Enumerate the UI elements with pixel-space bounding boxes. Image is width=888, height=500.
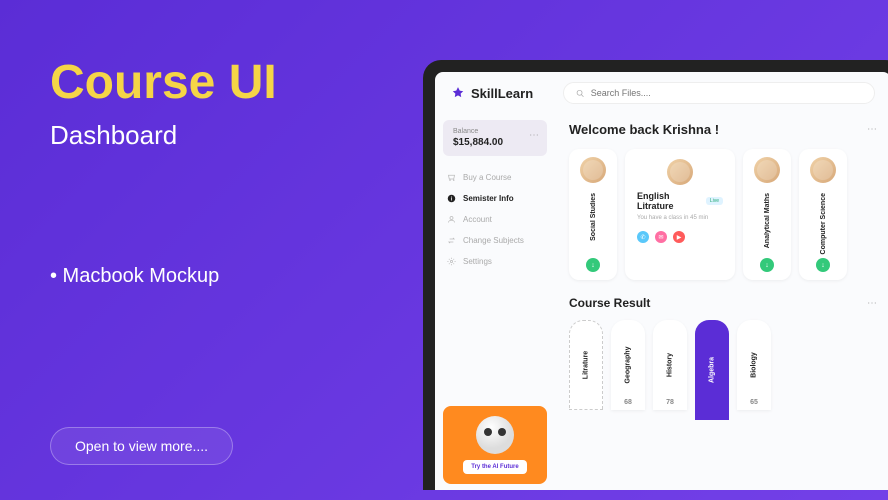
welcome-row: Welcome back Krishna ! ⋯ <box>569 122 877 137</box>
nav-label: Buy a Course <box>463 173 511 182</box>
search-input[interactable] <box>591 88 862 98</box>
balance-card[interactable]: Balance $15,884.00 ⋯ <box>443 120 547 156</box>
nav-settings[interactable]: Settings <box>443 252 547 271</box>
course-card-english[interactable]: English Litrature Live You have a class … <box>625 149 735 280</box>
result-bar[interactable]: History 78 <box>653 320 687 410</box>
nav-account[interactable]: Account <box>443 210 547 229</box>
result-subject: Litrature <box>583 351 590 379</box>
promo-button[interactable]: Try the AI Future <box>463 460 526 474</box>
download-icon[interactable]: ↓ <box>816 258 830 272</box>
search-icon <box>576 89 585 98</box>
result-subject: History <box>667 353 674 377</box>
nav-change-subjects[interactable]: Change Subjects <box>443 231 547 250</box>
user-icon <box>447 215 456 224</box>
balance-label: Balance <box>453 128 537 135</box>
info-icon: i <box>447 194 456 203</box>
robot-icon <box>476 416 514 454</box>
avatar <box>667 159 693 185</box>
course-title: Social Studies <box>590 193 597 241</box>
download-icon[interactable]: ↓ <box>760 258 774 272</box>
result-subject: Biology <box>751 353 758 379</box>
avatar <box>754 157 780 183</box>
result-bar[interactable]: Geography 68 <box>611 320 645 410</box>
gear-icon <box>447 257 456 266</box>
brand-logo-icon <box>451 86 465 100</box>
avatar <box>810 157 836 183</box>
app-screen: SkillLearn Balance $15,884.00 ⋯ Buy a Co… <box>435 72 888 490</box>
nav-label: Account <box>463 215 492 224</box>
nav-list: Buy a Course i Semister Info Account Cha… <box>443 168 547 271</box>
result-bar-active[interactable]: Algebra <box>695 320 729 420</box>
results-title: Course Result <box>569 296 650 310</box>
nav-semister-info[interactable]: i Semister Info <box>443 189 547 208</box>
welcome-text: Welcome back Krishna ! <box>569 122 719 137</box>
promo-card: Try the AI Future <box>443 406 547 484</box>
laptop-frame: SkillLearn Balance $15,884.00 ⋯ Buy a Co… <box>423 60 888 490</box>
courses-row: Social Studies ↓ English Litrature Live … <box>569 149 877 280</box>
nav-label: Change Subjects <box>463 236 524 245</box>
nav-label: Semister Info <box>463 194 514 203</box>
avatar <box>580 157 606 183</box>
course-subtitle: You have a class in 45 min <box>637 215 708 221</box>
call-icon[interactable]: ✆ <box>637 231 649 243</box>
result-subject: Algebra <box>709 357 716 383</box>
result-bar[interactable]: Biology 65 <box>737 320 771 410</box>
cart-icon <box>447 173 456 182</box>
brand-name: SkillLearn <box>471 86 533 101</box>
course-title: Analytical Maths <box>764 193 771 248</box>
chat-icon[interactable]: ✉ <box>655 231 667 243</box>
result-value: 68 <box>624 399 632 406</box>
nav-label: Settings <box>463 257 492 266</box>
result-subject: Geography <box>625 347 632 384</box>
slide-title: Course UI <box>50 55 277 110</box>
course-title: Computer Science <box>820 193 827 254</box>
results-header: Course Result ⋯ <box>569 296 877 310</box>
nav-buy-course[interactable]: Buy a Course <box>443 168 547 187</box>
video-icon[interactable]: ▶ <box>673 231 685 243</box>
balance-value: $15,884.00 <box>453 137 537 148</box>
results-menu-icon[interactable]: ⋯ <box>867 298 877 309</box>
course-title: English Litrature <box>637 191 702 211</box>
course-card-maths[interactable]: Analytical Maths ↓ <box>743 149 791 280</box>
course-actions: ✆ ✉ ▶ <box>637 231 685 243</box>
search-box[interactable] <box>563 82 875 104</box>
result-value: 78 <box>666 399 674 406</box>
topbar: SkillLearn <box>435 72 888 114</box>
results-chart: Litrature Geography 68 History 78 Algebr… <box>569 320 877 420</box>
course-card-social[interactable]: Social Studies ↓ <box>569 149 617 280</box>
app-body: Balance $15,884.00 ⋯ Buy a Course i Semi… <box>435 114 888 490</box>
main-content: Welcome back Krishna ! ⋯ Social Studies … <box>555 114 888 490</box>
balance-menu-icon[interactable]: ⋯ <box>529 130 539 141</box>
live-badge: Live <box>706 197 723 205</box>
welcome-menu-icon[interactable]: ⋯ <box>867 124 877 135</box>
download-icon[interactable]: ↓ <box>586 258 600 272</box>
swap-icon <box>447 236 456 245</box>
view-more-button[interactable]: Open to view more.... <box>50 427 233 465</box>
course-card-cs[interactable]: Computer Science ↓ <box>799 149 847 280</box>
result-bar[interactable]: Litrature <box>569 320 603 410</box>
slide-bullet: • Macbook Mockup <box>50 265 219 288</box>
slide-subtitle: Dashboard <box>50 120 177 151</box>
sidebar: Balance $15,884.00 ⋯ Buy a Course i Semi… <box>435 114 555 490</box>
brand[interactable]: SkillLearn <box>451 86 533 101</box>
result-value: 65 <box>750 399 758 406</box>
